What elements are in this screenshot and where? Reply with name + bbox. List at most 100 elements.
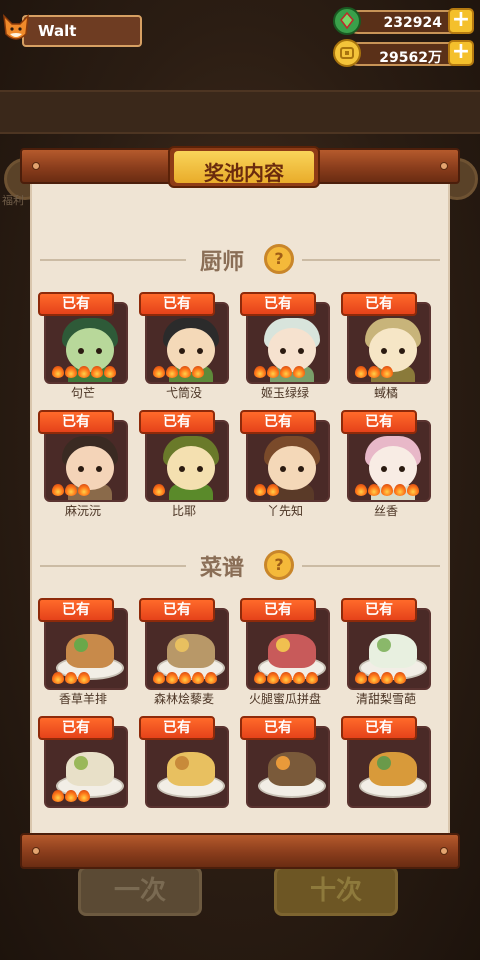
coin-icon [333, 39, 361, 67]
chef-card[interactable]: 已有 丫先知 [240, 410, 330, 520]
chef-card[interactable]: 已有 麻沅沅 [38, 410, 128, 520]
recipe-name: 香草羊排 [58, 692, 107, 706]
chef-help-button[interactable]: ? [264, 244, 294, 274]
chef-section-header: 厨师 ? [30, 240, 450, 280]
owned-badge: 已有 [240, 410, 316, 434]
recipe-card[interactable]: 已有森林烩藜麦 [139, 598, 229, 708]
recipe-help-button[interactable]: ? [264, 550, 294, 580]
flame-icon [78, 366, 90, 378]
flame-icon [153, 366, 165, 378]
chef-name: 姬玉绿绿 [260, 386, 309, 400]
chef-card[interactable]: 已有 蜮橘 [341, 292, 431, 402]
rarity-flames [254, 672, 318, 684]
gem-value: 232924 [383, 15, 442, 31]
flame-icon [293, 366, 305, 378]
chef-name: 句芒 [70, 386, 95, 400]
chef-eye [78, 466, 84, 472]
dish-food [167, 752, 215, 786]
chef-card[interactable]: 已有 姬玉绿绿 [240, 292, 330, 402]
flame-icon [65, 672, 77, 684]
owned-badge: 已有 [341, 716, 417, 740]
dish-food [167, 634, 215, 668]
flame-icon [267, 366, 279, 378]
recipe-name: 森林烩藜麦 [153, 692, 214, 706]
background-side-label: 福利 [2, 194, 24, 207]
flame-icon [205, 672, 217, 684]
flame-icon [52, 366, 64, 378]
chef-eye [197, 348, 203, 354]
flame-icon [368, 484, 380, 496]
recipe-card[interactable]: 已有 [341, 716, 431, 833]
owned-badge: 已有 [240, 716, 316, 740]
flame-icon [306, 672, 318, 684]
dish-garnish [377, 638, 391, 652]
dish-garnish [74, 638, 88, 652]
chef-card[interactable]: 已有 比耶 [139, 410, 229, 520]
recipe-card[interactable]: 已有 [38, 716, 128, 833]
chef-eye [298, 466, 304, 472]
owned-badge: 已有 [38, 598, 114, 622]
recipe-card[interactable]: 已有 [240, 716, 330, 833]
chef-face [167, 446, 215, 490]
dish-food [268, 634, 316, 668]
flame-icon [65, 790, 77, 802]
add-coins-button[interactable]: + [448, 40, 474, 66]
chef-name: 比耶 [171, 504, 196, 518]
background-header-bar [0, 90, 480, 134]
chef-card[interactable]: 已有 丝香 [341, 410, 431, 520]
dialog-title: 奖池内容 [204, 161, 284, 185]
flame-icon [254, 484, 266, 496]
chef-eye [381, 466, 387, 472]
flame-icon [78, 484, 90, 496]
flame-icon [52, 790, 64, 802]
chef-name: 蜮橘 [373, 386, 398, 400]
add-gems-button[interactable]: + [448, 8, 474, 34]
dialog-title-plate: 奖池内容 [168, 146, 320, 188]
rarity-flames [52, 484, 90, 496]
owned-badge: 已有 [139, 598, 215, 622]
flame-icon [166, 366, 178, 378]
chef-eye [96, 466, 102, 472]
rarity-flames [254, 484, 279, 496]
rarity-flames [254, 366, 305, 378]
player-info[interactable]: Walt [0, 12, 142, 48]
coin-track: 29562万 [346, 42, 462, 66]
flame-icon [179, 366, 191, 378]
background-draw-ten-button: 十次 [274, 866, 398, 916]
recipe-name: 火腿蜜瓜拼盘 [248, 692, 321, 706]
dish-garnish [175, 638, 189, 652]
recipe-card[interactable]: 已有香草羊排 [38, 598, 128, 708]
flame-icon [52, 484, 64, 496]
chef-eye [280, 466, 286, 472]
chef-eye [399, 466, 405, 472]
gem-counter: 232924 + [332, 6, 474, 36]
chef-card[interactable]: 已有 句芒 [38, 292, 128, 402]
dish-food [369, 634, 417, 668]
flame-icon [381, 484, 393, 496]
flame-icon [153, 672, 165, 684]
flame-icon [293, 672, 305, 684]
player-name-box: Walt [22, 15, 142, 47]
scroll-bottom-rod [20, 833, 460, 869]
green-gem-icon [333, 7, 361, 35]
gem-track: 232924 [346, 10, 462, 34]
flame-icon [91, 366, 103, 378]
chef-name: 丝香 [373, 504, 398, 518]
flame-icon [166, 672, 178, 684]
owned-badge: 已有 [38, 410, 114, 434]
flame-icon [355, 366, 367, 378]
dish-food [66, 634, 114, 668]
flame-icon [368, 366, 380, 378]
recipe-card[interactable]: 已有 清甜梨雪葩 [341, 598, 431, 708]
flame-icon [381, 672, 393, 684]
flame-icon [65, 484, 77, 496]
dish-garnish [175, 756, 189, 770]
recipe-card[interactable]: 已有 火腿蜜瓜拼盘 [240, 598, 330, 708]
flame-icon [104, 366, 116, 378]
dish-garnish [276, 638, 290, 652]
recipe-card[interactable]: 已有 [139, 716, 229, 833]
fox-avatar-icon[interactable] [0, 12, 32, 46]
rarity-flames [52, 672, 90, 684]
chef-card[interactable]: 已有 弋筒没 [139, 292, 229, 402]
flame-icon [267, 672, 279, 684]
